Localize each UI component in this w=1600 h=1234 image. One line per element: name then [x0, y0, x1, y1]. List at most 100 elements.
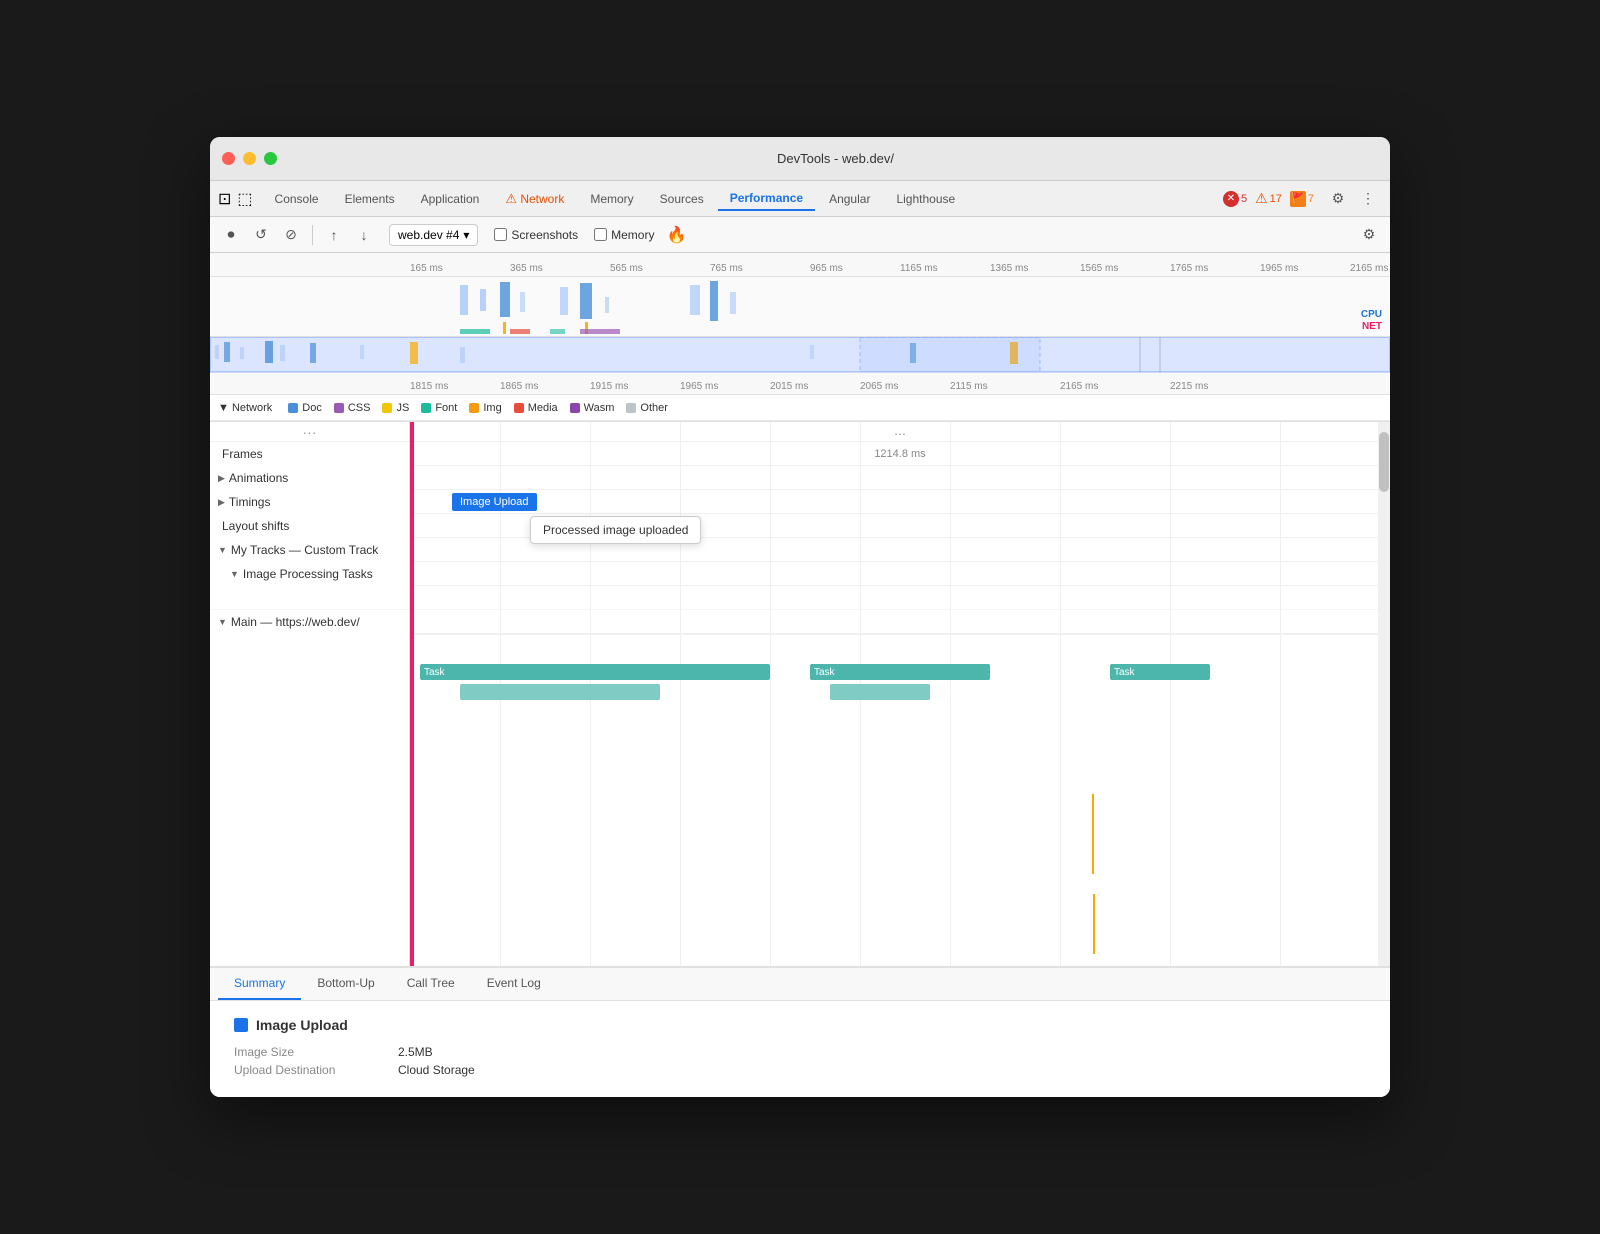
tab-lighthouse[interactable]: Lighthouse	[884, 188, 967, 210]
settings-icon[interactable]: ⚙	[1324, 185, 1352, 213]
screenshots-checkbox[interactable]	[494, 228, 507, 241]
ruler-tick-1565: 1565 ms	[1080, 263, 1118, 274]
tab-console[interactable]: Console	[263, 188, 331, 210]
vline-yellow-1	[1092, 794, 1094, 874]
timeline-panel[interactable]: ... 1214.8 ms Image Upload Processed ima…	[410, 422, 1390, 966]
my-tracks-row[interactable]: ▼ My Tracks — Custom Track	[210, 538, 409, 562]
image-processing-timeline-row	[410, 562, 1390, 586]
timings-row[interactable]: ▶ Timings	[210, 490, 409, 514]
toolbar: ⏺ ↺ ⊘ ↑ ↓ web.dev #4 ▾ Screenshots Memor…	[210, 217, 1390, 253]
screenshots-checkbox-label[interactable]: Screenshots	[494, 228, 578, 242]
refresh-record-button[interactable]: ↺	[248, 222, 274, 248]
devtools-select-icon[interactable]: ⊡	[218, 189, 231, 209]
flame-bar-1[interactable]: Task	[420, 664, 770, 680]
main-thread-flamegraph: Task Task Task	[410, 634, 1390, 635]
minimap-graph	[210, 337, 1390, 372]
main-thread-row[interactable]: ▼ Main — https://web.dev/	[210, 610, 409, 634]
ruler-1865: 1865 ms	[500, 381, 538, 392]
cpu-label: CPU	[1361, 309, 1382, 320]
cpu-net-graph[interactable]: CPU NET	[210, 277, 1390, 337]
nav-tabs: ⊡ ⬚ Console Elements Application ⚠ ⚠ Net…	[210, 181, 1390, 217]
tab-bottom-up[interactable]: Bottom-Up	[301, 968, 390, 1000]
my-tracks-toggle: ▼	[218, 545, 227, 555]
img-color	[469, 403, 479, 413]
image-size-key: Image Size	[234, 1045, 374, 1059]
tab-network[interactable]: ⚠ ⚠ NetworkNetwork	[493, 187, 576, 211]
download-profile-button[interactable]: ↓	[351, 222, 377, 248]
left-panel: ··· Frames ▶ Animations ▶ Timings Layout…	[210, 422, 410, 966]
ruler-2215: 2215 ms	[1170, 381, 1208, 392]
flame-bar-4[interactable]	[830, 684, 930, 700]
scrollbar-thumb[interactable]	[1379, 432, 1389, 492]
summary-title: Image Upload	[234, 1017, 1366, 1033]
tab-elements[interactable]: Elements	[333, 188, 407, 210]
empty-row-1	[210, 586, 409, 610]
ellipsis-row: ···	[210, 422, 409, 442]
ruler-tick-1165: 1165 ms	[900, 263, 938, 274]
tab-angular[interactable]: Angular	[817, 188, 882, 210]
error-badge: ✕ 5	[1223, 191, 1247, 207]
scrollbar-track[interactable]	[1378, 422, 1390, 966]
memory-checkbox[interactable]	[594, 228, 607, 241]
ruler-1965: 1965 ms	[680, 381, 718, 392]
ruler-1915: 1915 ms	[590, 381, 628, 392]
bottom-content: Image Upload Image Size 2.5MB Upload Des…	[210, 1001, 1390, 1097]
frames-row[interactable]: Frames	[210, 442, 409, 466]
layout-shifts-row[interactable]: Layout shifts	[210, 514, 409, 538]
flame-bar-2[interactable]	[460, 684, 660, 700]
title-bar: DevTools - web.dev/	[210, 137, 1390, 181]
timeline-ellipsis: ...	[894, 422, 906, 438]
dots-timeline-row: ...	[410, 422, 1390, 442]
ruler-1815: 1815 ms	[410, 381, 448, 392]
record-button[interactable]: ⏺	[218, 222, 244, 248]
maximize-button[interactable]	[264, 152, 277, 165]
upload-dest-key: Upload Destination	[234, 1063, 374, 1077]
tab-event-log[interactable]: Event Log	[471, 968, 557, 1000]
tab-memory[interactable]: Memory	[578, 188, 645, 210]
settings-toolbar-button[interactable]: ⚙	[1356, 222, 1382, 248]
net-label: NET	[1362, 321, 1382, 332]
image-processing-tasks-row[interactable]: ▼ Image Processing Tasks	[210, 562, 409, 586]
tab-sources[interactable]: Sources	[648, 188, 716, 210]
flame-bar-5[interactable]: Task	[1110, 664, 1210, 680]
more-options-icon[interactable]: ⋮	[1354, 185, 1382, 213]
ruler-tick-1365: 1365 ms	[990, 263, 1028, 274]
timings-toggle: ▶	[218, 497, 225, 508]
timeline-minimap[interactable]	[210, 337, 1390, 373]
traffic-lights	[222, 152, 277, 165]
upload-dest-value: Cloud Storage	[398, 1063, 475, 1077]
device-mode-icon[interactable]: ⬚	[237, 189, 252, 209]
flame-bar-3[interactable]: Task	[810, 664, 990, 680]
tab-performance[interactable]: Performance	[718, 187, 815, 211]
other-color	[626, 403, 636, 413]
css-color	[334, 403, 344, 413]
clear-button[interactable]: ⊘	[278, 222, 304, 248]
legend-other: Other	[626, 402, 668, 414]
top-ruler: 165 ms 365 ms 565 ms 765 ms 965 ms 1165 …	[210, 253, 1390, 277]
doc-color	[288, 403, 298, 413]
tab-application[interactable]: Application	[409, 188, 492, 210]
timings-timeline-row: Image Upload Processed image uploaded	[410, 490, 1390, 514]
tab-summary[interactable]: Summary	[218, 968, 301, 1000]
network-collapse[interactable]: ▼ Network	[218, 402, 272, 414]
ruler-2115: 2115 ms	[950, 381, 988, 392]
memory-checkbox-label[interactable]: Memory	[594, 228, 654, 242]
legend-media: Media	[514, 402, 558, 414]
main-thread-toggle: ▼	[218, 617, 227, 627]
close-button[interactable]	[222, 152, 235, 165]
ruler-tick-765: 765 ms	[710, 263, 743, 274]
window-title: DevTools - web.dev/	[293, 151, 1378, 166]
warning-badge: ⚠ 17	[1255, 190, 1282, 207]
legend-img: Img	[469, 402, 501, 414]
minimize-button[interactable]	[243, 152, 256, 165]
upload-profile-button[interactable]: ↑	[321, 222, 347, 248]
summary-row-image-size: Image Size 2.5MB	[234, 1045, 1366, 1059]
main-content: ··· Frames ▶ Animations ▶ Timings Layout…	[210, 422, 1390, 966]
bottom-tabs: Summary Bottom-Up Call Tree Event Log	[210, 968, 1390, 1001]
animations-row[interactable]: ▶ Animations	[210, 466, 409, 490]
profile-selector[interactable]: web.dev #4 ▾	[389, 224, 478, 246]
tab-call-tree[interactable]: Call Tree	[391, 968, 471, 1000]
legend-js: JS	[382, 402, 409, 414]
image-upload-badge[interactable]: Image Upload	[452, 493, 537, 511]
wasm-color	[570, 403, 580, 413]
